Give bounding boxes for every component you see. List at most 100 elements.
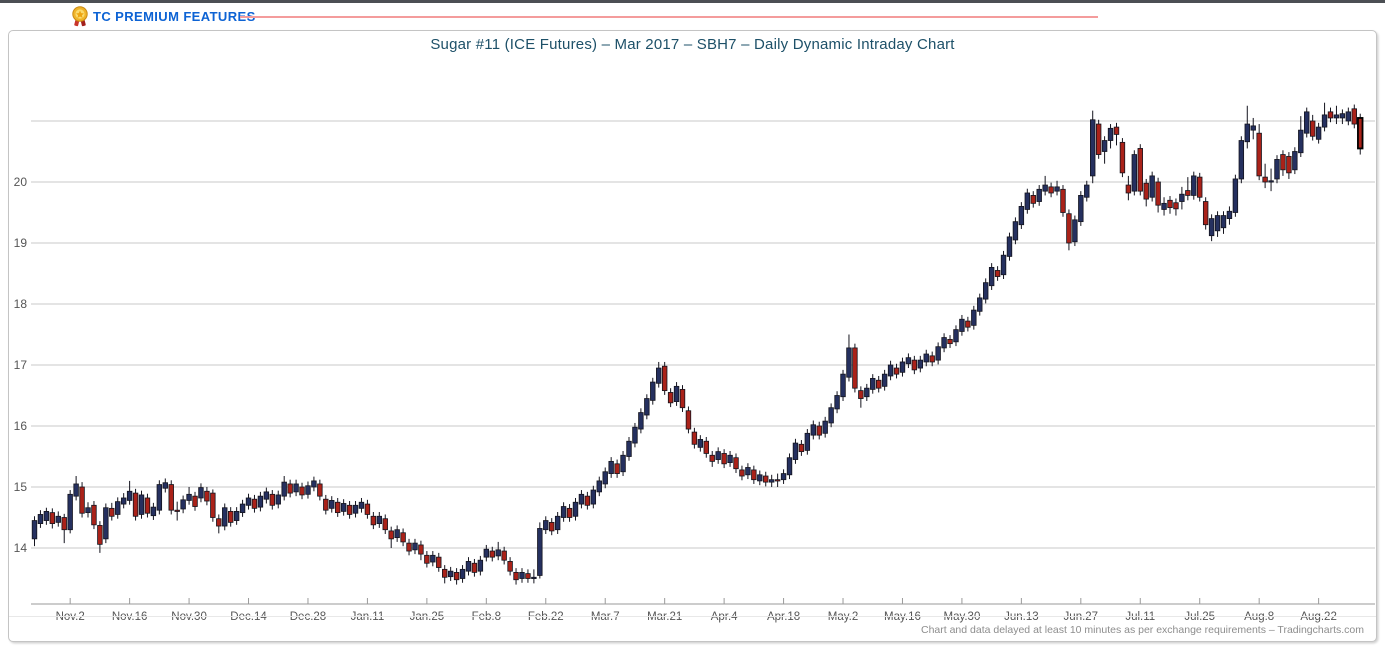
candle <box>792 438 799 464</box>
candle <box>549 518 555 536</box>
candle <box>614 459 620 478</box>
candle <box>739 465 745 481</box>
candle <box>73 476 79 501</box>
candle <box>293 479 299 497</box>
candle <box>477 555 484 576</box>
candle <box>537 522 543 579</box>
candle <box>305 481 311 499</box>
candle <box>994 266 1001 281</box>
candle <box>346 501 353 519</box>
candle <box>507 557 513 576</box>
candle <box>828 403 834 428</box>
candle <box>1024 188 1031 214</box>
candle <box>596 476 602 497</box>
candle <box>1095 119 1102 159</box>
candle <box>1101 136 1108 164</box>
candle <box>1030 191 1036 208</box>
candle <box>198 483 204 503</box>
candle <box>299 482 305 500</box>
candle <box>1179 186 1185 210</box>
candle <box>233 507 240 525</box>
candle <box>1309 114 1316 141</box>
candle <box>1185 177 1191 201</box>
candle <box>358 497 365 513</box>
candle <box>804 429 811 455</box>
candle <box>917 355 924 373</box>
candle <box>370 512 377 530</box>
candle <box>554 512 561 534</box>
candle <box>816 421 822 440</box>
candle <box>679 385 686 412</box>
candle <box>923 349 929 367</box>
candle <box>1072 215 1078 247</box>
candle <box>1256 124 1262 181</box>
candle <box>602 467 608 489</box>
candle <box>31 516 38 547</box>
candle <box>572 497 579 521</box>
candle <box>644 394 650 420</box>
candle <box>275 490 281 509</box>
candle <box>1084 180 1090 202</box>
candle <box>79 482 85 518</box>
candle <box>471 558 478 577</box>
candle <box>757 470 763 486</box>
candle <box>61 513 67 544</box>
candle <box>412 538 418 555</box>
candle <box>1149 171 1155 202</box>
candle <box>941 333 947 353</box>
candle <box>1321 102 1328 132</box>
candle <box>1214 211 1221 237</box>
candle <box>442 565 448 584</box>
candle <box>566 504 573 522</box>
candle <box>1232 174 1239 217</box>
candle <box>37 510 44 528</box>
candle <box>1292 147 1298 175</box>
candle <box>519 568 525 583</box>
candle <box>1036 185 1042 206</box>
exchange-disclaimer: Chart and data delayed at least 10 minut… <box>920 624 1364 636</box>
candle <box>864 383 870 401</box>
candle <box>400 528 406 547</box>
candle <box>525 569 531 583</box>
candle <box>1274 155 1280 184</box>
candle <box>988 263 995 290</box>
candle <box>846 334 852 382</box>
candle <box>1345 107 1352 126</box>
y-tick-label: 16 <box>14 419 28 433</box>
candle <box>1161 197 1167 216</box>
y-tick-label: 17 <box>14 358 28 372</box>
premium-banner: TC PREMIUM FEATURES <box>0 3 1385 30</box>
candle <box>971 305 977 330</box>
candle <box>1090 110 1096 184</box>
candle <box>103 503 109 544</box>
y-tick-label: 18 <box>14 297 28 311</box>
candle <box>822 416 828 438</box>
candle <box>489 546 495 562</box>
candle <box>447 566 454 581</box>
candle <box>638 408 644 434</box>
candle <box>1078 191 1084 226</box>
candle <box>251 494 258 513</box>
premium-features-link[interactable]: TC PREMIUM FEATURES <box>93 9 256 24</box>
candle <box>1167 196 1173 214</box>
candle <box>1173 198 1179 216</box>
candle <box>727 451 733 467</box>
candle <box>49 508 56 529</box>
candle <box>1351 104 1357 129</box>
candle <box>138 490 145 519</box>
y-tick-label: 19 <box>14 236 28 250</box>
candle <box>685 406 692 434</box>
candle <box>786 453 793 480</box>
candle <box>323 494 329 515</box>
candle <box>120 493 127 509</box>
candle <box>1244 105 1250 149</box>
chart-panel: Sugar #11 (ICE Futures) – Mar 2017 – SBH… <box>8 30 1377 642</box>
candle <box>495 541 501 561</box>
candle <box>216 514 222 534</box>
candle <box>1131 150 1138 196</box>
candle <box>192 491 198 511</box>
candle <box>329 496 335 513</box>
candle <box>1066 209 1072 251</box>
y-tick-label: 14 <box>14 541 28 555</box>
candle <box>983 278 989 304</box>
